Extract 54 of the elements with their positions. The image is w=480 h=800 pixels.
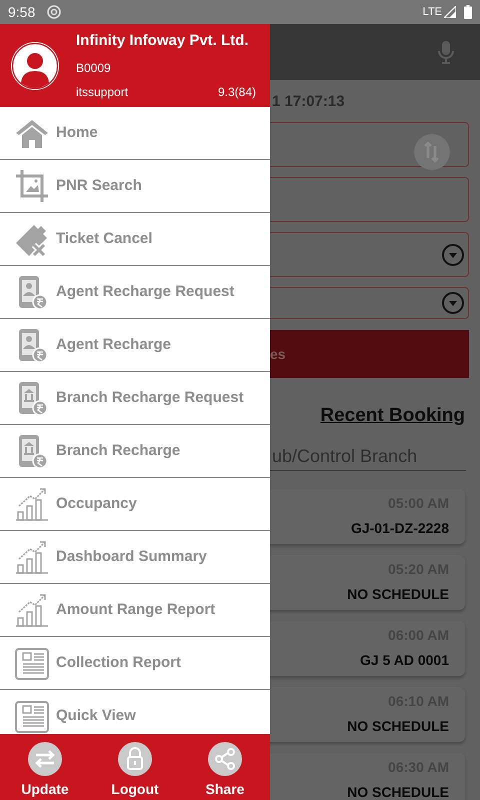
menu-item-label: Amount Range Report [56,600,216,620]
menu-item[interactable]: Occupancy [0,478,270,531]
bar-chart-icon [14,486,50,522]
menu-item-label: PNR Search [56,176,142,196]
menu-item-label: Quick View [56,706,136,726]
sync-icon [47,5,62,19]
menu-item[interactable]: Dashboard Summary [0,531,270,584]
footer-button[interactable]: Update [10,740,80,800]
share-icon [207,740,243,776]
footer-button[interactable]: Logout [100,740,170,800]
vehicle-number: NO SCHEDULE [347,783,449,800]
menu-item-label: Ticket Cancel [56,228,152,249]
footer-button[interactable]: Share [190,740,260,800]
menu-item-label: Dashboard Summary [56,546,207,567]
username: itssupport [76,84,128,101]
bar-chart-icon [14,539,50,575]
menu-item[interactable]: Home [0,107,270,160]
vehicle-number: NO SCHEDULE [347,585,449,604]
menu-item-label: Collection Report [56,652,182,673]
menu-item[interactable]: Agent Recharge Request [0,266,270,319]
menu-item[interactable]: PNR Search [0,160,270,213]
vehicle-number: GJ 5 AD 0001 [360,651,449,670]
padlock-icon [117,740,153,776]
network-label: LTE [422,4,442,20]
menu-item-label: Branch Recharge Request [56,388,244,408]
menu-item[interactable]: Branch Recharge Request [0,372,270,425]
vehicle-number: GJ-01-DZ-2228 [350,519,449,538]
menu-item-label: Occupancy [56,494,137,514]
battery-icon [464,5,472,19]
vehicle-number: NO SCHEDULE [347,717,449,736]
signal-icon [444,6,456,18]
dropdown-icon[interactable] [441,242,465,266]
menu-item-label: Agent Recharge [56,334,172,355]
date-time-text: 1 17:07:13 [272,92,346,111]
branch-code: B0009 [76,60,112,77]
menu-item[interactable]: Amount Range Report [0,584,270,637]
swap-arrows-icon [27,740,63,776]
menu-item[interactable]: Ticket Cancel [0,213,270,266]
crop-icon [14,168,50,204]
menu-item[interactable]: Collection Report [0,637,270,690]
menu-item[interactable]: Branch Recharge [0,425,270,478]
dropdown-icon[interactable] [441,291,465,315]
app-version: 9.3(84) [218,84,256,101]
avatar-icon [10,40,60,90]
menu-item-label: Home [56,122,98,143]
bar-chart-icon [14,592,50,628]
newspaper-icon [14,698,50,734]
menu-item[interactable]: Agent Recharge [0,319,270,372]
company-name: Infinity Infoway Pvt. Ltd. [76,31,250,52]
newspaper-icon [14,645,50,681]
recent-booking-heading: Recent Booking [320,404,465,428]
menu-item-label: Agent Recharge Request [56,282,234,302]
status-time: 9:58 [8,2,36,22]
menu-item-label: Branch Recharge [56,440,180,461]
